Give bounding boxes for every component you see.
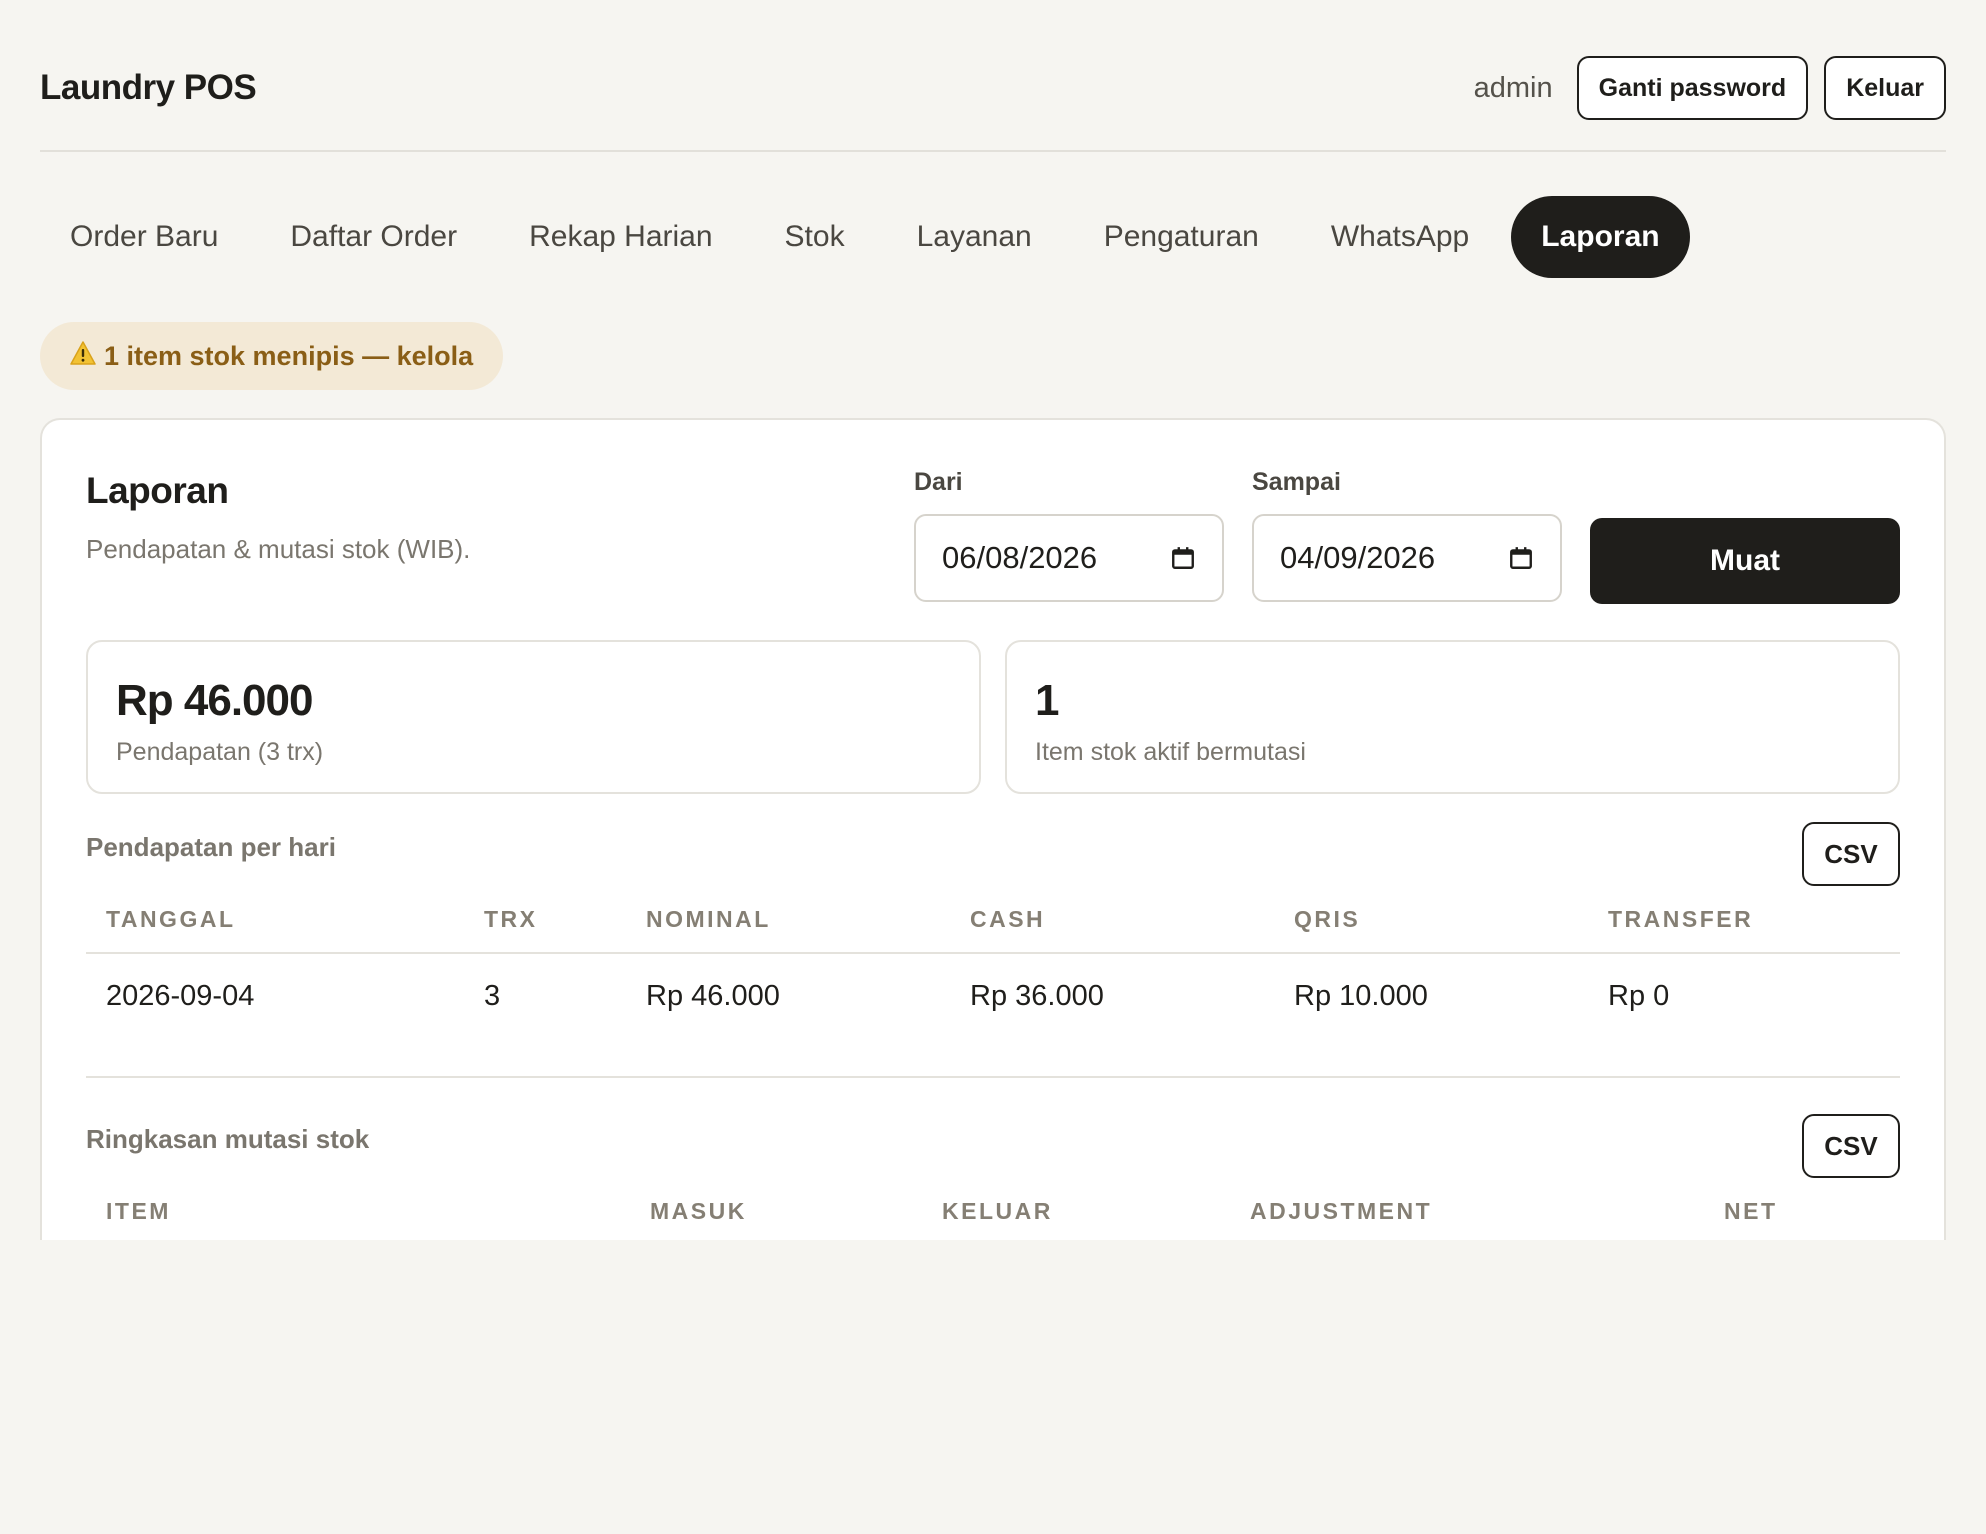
tab-layanan[interactable]: Layanan [887,196,1062,278]
calendar-icon[interactable] [1508,545,1534,571]
column-header: TANGGAL [106,906,236,932]
main-nav: Order Baru Daftar Order Rekap Harian Sto… [40,196,1702,278]
to-date-label: Sampai [1252,468,1341,496]
table-divider [86,952,1900,954]
tab-laporan[interactable]: Laporan [1511,196,1690,278]
cell-transfer: Rp 0 [1608,980,1670,1012]
column-header: ITEM [106,1198,171,1224]
column-header: CASH [970,906,1046,932]
tab-rekap-harian[interactable]: Rekap Harian [499,196,742,278]
stock-items-stat-card: 1 Item stok aktif bermutasi [1005,640,1900,794]
stock-summary-title: Ringkasan mutasi stok [86,1124,370,1154]
column-header: QRIS [1294,906,1361,932]
cell-cash: Rp 36.000 [970,980,1104,1012]
tab-stok[interactable]: Stok [755,196,875,278]
low-stock-alert-text: 1 item stok menipis — kelola [104,340,474,371]
column-header: KELUAR [942,1198,1053,1224]
username: admin [1473,71,1553,104]
column-header: TRANSFER [1608,906,1754,932]
section-divider [86,1076,1900,1078]
logout-button[interactable]: Keluar [1824,56,1946,120]
column-header: MASUK [650,1198,747,1224]
from-date-input[interactable]: 06/08/2026 [914,514,1224,602]
from-date-label: Dari [914,468,963,496]
tab-pengaturan[interactable]: Pengaturan [1074,196,1289,278]
column-header: NET [1724,1198,1778,1224]
cell-qris: Rp 10.000 [1294,980,1428,1012]
tab-order-baru[interactable]: Order Baru [40,196,248,278]
top-bar: Laundry POS admin Ganti password Keluar [40,48,1946,152]
revenue-value: Rp 46.000 [116,676,313,725]
revenue-label: Pendapatan (3 trx) [116,738,324,766]
column-header: NOMINAL [646,906,771,932]
low-stock-alert[interactable]: 1 item stok menipis — kelola [40,322,504,390]
change-password-button[interactable]: Ganti password [1576,56,1809,120]
daily-revenue-title: Pendapatan per hari [86,832,336,862]
tab-daftar-order[interactable]: Daftar Order [260,196,487,278]
report-subtitle: Pendapatan & mutasi stok (WIB). [86,534,471,564]
cell-trx: 3 [484,980,501,1012]
stock-items-label: Item stok aktif bermutasi [1035,738,1306,766]
stock-summary-csv-button[interactable]: CSV [1802,1114,1900,1178]
user-controls: admin Ganti password Keluar [1474,48,1946,128]
revenue-stat-card: Rp 46.000 Pendapatan (3 trx) [86,640,981,794]
load-button[interactable]: Muat [1590,518,1900,604]
column-header: ADJUSTMENT [1250,1198,1433,1224]
tab-whatsapp[interactable]: WhatsApp [1301,196,1499,278]
stock-items-value: 1 [1035,676,1060,725]
report-title: Laporan [86,470,229,511]
cell-nominal: Rp 46.000 [646,980,780,1012]
warning-icon [70,340,96,372]
to-date-value: 04/09/2026 [1280,540,1436,575]
column-header: TRX [484,906,538,932]
report-card: Laporan Pendapatan & mutasi stok (WIB). … [40,418,1946,1240]
from-date-value: 06/08/2026 [942,540,1098,575]
cell-date: 2026-09-04 [106,980,255,1012]
to-date-input[interactable]: 04/09/2026 [1252,514,1562,602]
calendar-icon[interactable] [1170,545,1196,571]
app-title: Laundry POS [40,68,257,107]
daily-revenue-csv-button[interactable]: CSV [1802,822,1900,886]
